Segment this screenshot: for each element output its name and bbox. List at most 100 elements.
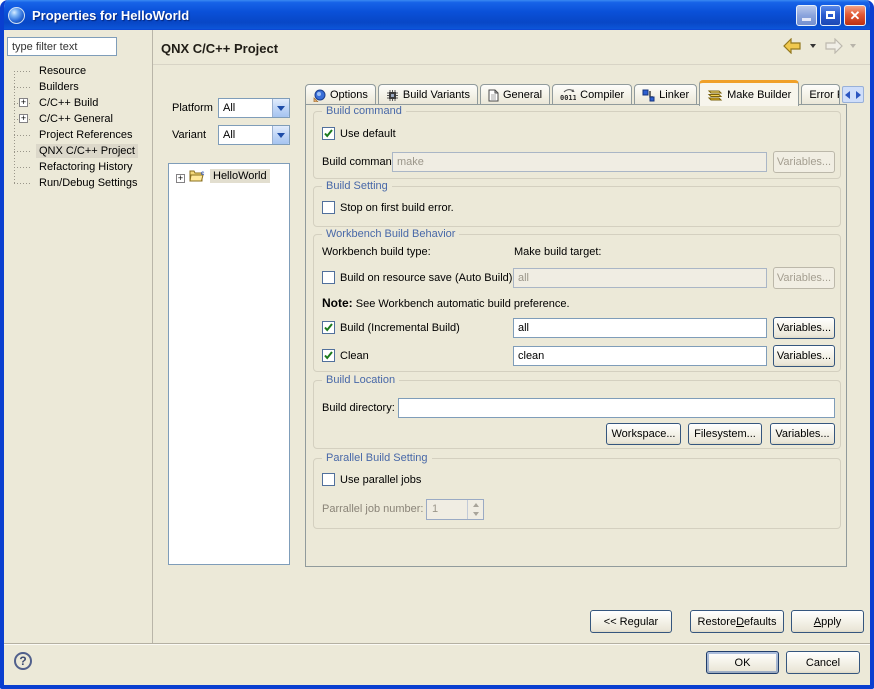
note-text: Note: See Workbench automatic build pref… <box>322 296 570 310</box>
parallel-job-spinner[interactable]: 1 <box>426 499 484 520</box>
workbench-group: Workbench Build Behavior Workbench build… <box>313 234 841 372</box>
make-builder-icon <box>707 89 723 101</box>
svg-text:c: c <box>201 171 205 177</box>
compiler-icon: 0011 <box>560 89 576 102</box>
tree-item-ccpp-general[interactable]: +C/C++ General <box>4 111 150 127</box>
scroll-right-icon[interactable] <box>856 91 861 99</box>
variables-button[interactable]: Variables... <box>770 423 835 445</box>
build-directory-label: Build directory: <box>322 402 395 414</box>
auto-build-target-field[interactable]: all <box>513 268 767 288</box>
ok-button[interactable]: OK <box>706 651 779 674</box>
back-arrow-icon[interactable] <box>782 38 804 54</box>
tree-item-run-debug-settings[interactable]: Run/Debug Settings <box>4 175 150 191</box>
workspace-button[interactable]: Workspace... <box>606 423 681 445</box>
tree-item-qnx-ccpp-project[interactable]: QNX C/C++ Project <box>4 143 150 159</box>
properties-dialog: Properties for HelloWorld ✕ Resource Bui… <box>0 0 874 689</box>
expand-icon[interactable]: + <box>19 114 28 123</box>
title-bar[interactable]: Properties for HelloWorld ✕ <box>0 0 874 30</box>
tab-make-builder[interactable]: Make Builder <box>699 80 799 106</box>
expand-icon[interactable]: + <box>19 98 28 107</box>
sidebar-divider <box>152 30 153 643</box>
tab-build-variants[interactable]: Build Variants <box>378 84 478 105</box>
filter-input[interactable] <box>7 37 117 56</box>
apply-button[interactable]: Apply <box>791 610 864 633</box>
tab-general[interactable]: General <box>480 84 550 105</box>
variables-button[interactable]: Variables... <box>773 267 835 289</box>
tree-item-builders[interactable]: Builders <box>4 79 150 95</box>
make-build-target-label: Make build target: <box>514 246 601 258</box>
variables-button[interactable]: Variables... <box>773 345 835 367</box>
parallel-job-number-label: Parrallel job number: <box>322 503 424 515</box>
tree-item-project-references[interactable]: Project References <box>4 127 150 143</box>
clean-checkbox[interactable] <box>322 349 335 362</box>
incremental-build-checkbox[interactable] <box>322 321 335 334</box>
tree-item-ccpp-build[interactable]: +C/C++ Build <box>4 95 150 111</box>
clean-row: Clean <box>322 349 369 362</box>
chevron-down-icon[interactable] <box>272 99 289 117</box>
minimize-button[interactable] <box>796 5 817 26</box>
platform-label: Platform <box>172 102 213 114</box>
c-project-folder-icon: c <box>189 169 206 183</box>
dialog-body: Resource Builders +C/C++ Build +C/C++ Ge… <box>4 30 870 685</box>
back-dropdown-icon[interactable] <box>810 44 816 48</box>
build-command-group: Build command Use default Build command:… <box>313 111 841 179</box>
spinner-up-icon[interactable] <box>468 500 483 510</box>
stop-on-error-row: Stop on first build error. <box>322 201 454 214</box>
variables-button[interactable]: Variables... <box>773 317 835 339</box>
variables-button[interactable]: Variables... <box>773 151 835 173</box>
incremental-target-field[interactable]: all <box>513 318 767 338</box>
parallel-build-group: Parallel Build Setting Use parallel jobs… <box>313 458 841 529</box>
restore-defaults-button[interactable]: Restore Defaults <box>690 610 784 633</box>
stop-on-error-checkbox[interactable] <box>322 201 335 214</box>
build-directory-field[interactable] <box>398 398 835 418</box>
build-setting-group: Build Setting Stop on first build error. <box>313 186 841 227</box>
header-divider <box>153 64 870 65</box>
tab-scroll-control[interactable] <box>842 86 864 103</box>
maximize-button[interactable] <box>820 5 841 26</box>
make-builder-panel: Build command Use default Build command:… <box>305 104 847 567</box>
minimize-icon <box>802 18 811 21</box>
help-icon[interactable]: ? <box>14 652 32 670</box>
clean-target-field[interactable]: clean <box>513 346 767 366</box>
check-icon <box>323 322 334 333</box>
regular-button[interactable]: << Regular <box>590 610 672 633</box>
category-tree: Resource Builders +C/C++ Build +C/C++ Ge… <box>4 63 150 191</box>
scroll-left-icon[interactable] <box>845 91 850 99</box>
project-list[interactable]: + c HelloWorld <box>168 163 290 565</box>
tab-compiler[interactable]: 0011 Compiler <box>552 84 632 105</box>
app-orb-icon <box>8 7 25 24</box>
tab-strip: Options Build Variants General <box>305 79 864 105</box>
tab-options[interactable]: Options <box>305 84 376 105</box>
project-tree-item[interactable]: + c HelloWorld <box>169 167 289 185</box>
svg-text:0011: 0011 <box>560 94 576 102</box>
tree-item-refactoring-history[interactable]: Refactoring History <box>4 159 150 175</box>
use-parallel-jobs-checkbox[interactable] <box>322 473 335 486</box>
tree-item-resource[interactable]: Resource <box>4 63 150 79</box>
tab-error-parsers[interactable]: Error Pa <box>801 84 839 105</box>
variant-select[interactable]: All <box>218 125 290 145</box>
close-button[interactable]: ✕ <box>844 5 866 26</box>
document-icon <box>488 89 499 102</box>
page-title: QNX C/C++ Project <box>161 41 278 56</box>
forward-dropdown-icon[interactable] <box>850 44 856 48</box>
chevron-down-icon[interactable] <box>272 126 289 144</box>
close-icon: ✕ <box>850 9 861 22</box>
workbench-build-type-label: Workbench build type: <box>322 246 431 258</box>
platform-select[interactable]: All <box>218 98 290 118</box>
variant-label: Variant <box>172 129 206 141</box>
footer-divider <box>4 643 870 645</box>
filesystem-button[interactable]: Filesystem... <box>688 423 762 445</box>
cancel-button[interactable]: Cancel <box>786 651 860 674</box>
expand-icon[interactable]: + <box>176 174 185 183</box>
check-icon <box>323 128 334 139</box>
build-location-group: Build Location Build directory: Workspac… <box>313 380 841 449</box>
use-default-checkbox[interactable] <box>322 127 335 140</box>
history-nav <box>782 38 860 54</box>
tab-linker[interactable]: Linker <box>634 84 697 105</box>
forward-arrow-icon[interactable] <box>822 38 844 54</box>
use-default-checkbox-row: Use default <box>322 127 396 140</box>
spinner-down-icon[interactable] <box>468 510 483 520</box>
auto-build-checkbox[interactable] <box>322 271 335 284</box>
build-command-field[interactable]: make <box>392 152 767 172</box>
check-icon <box>323 350 334 361</box>
